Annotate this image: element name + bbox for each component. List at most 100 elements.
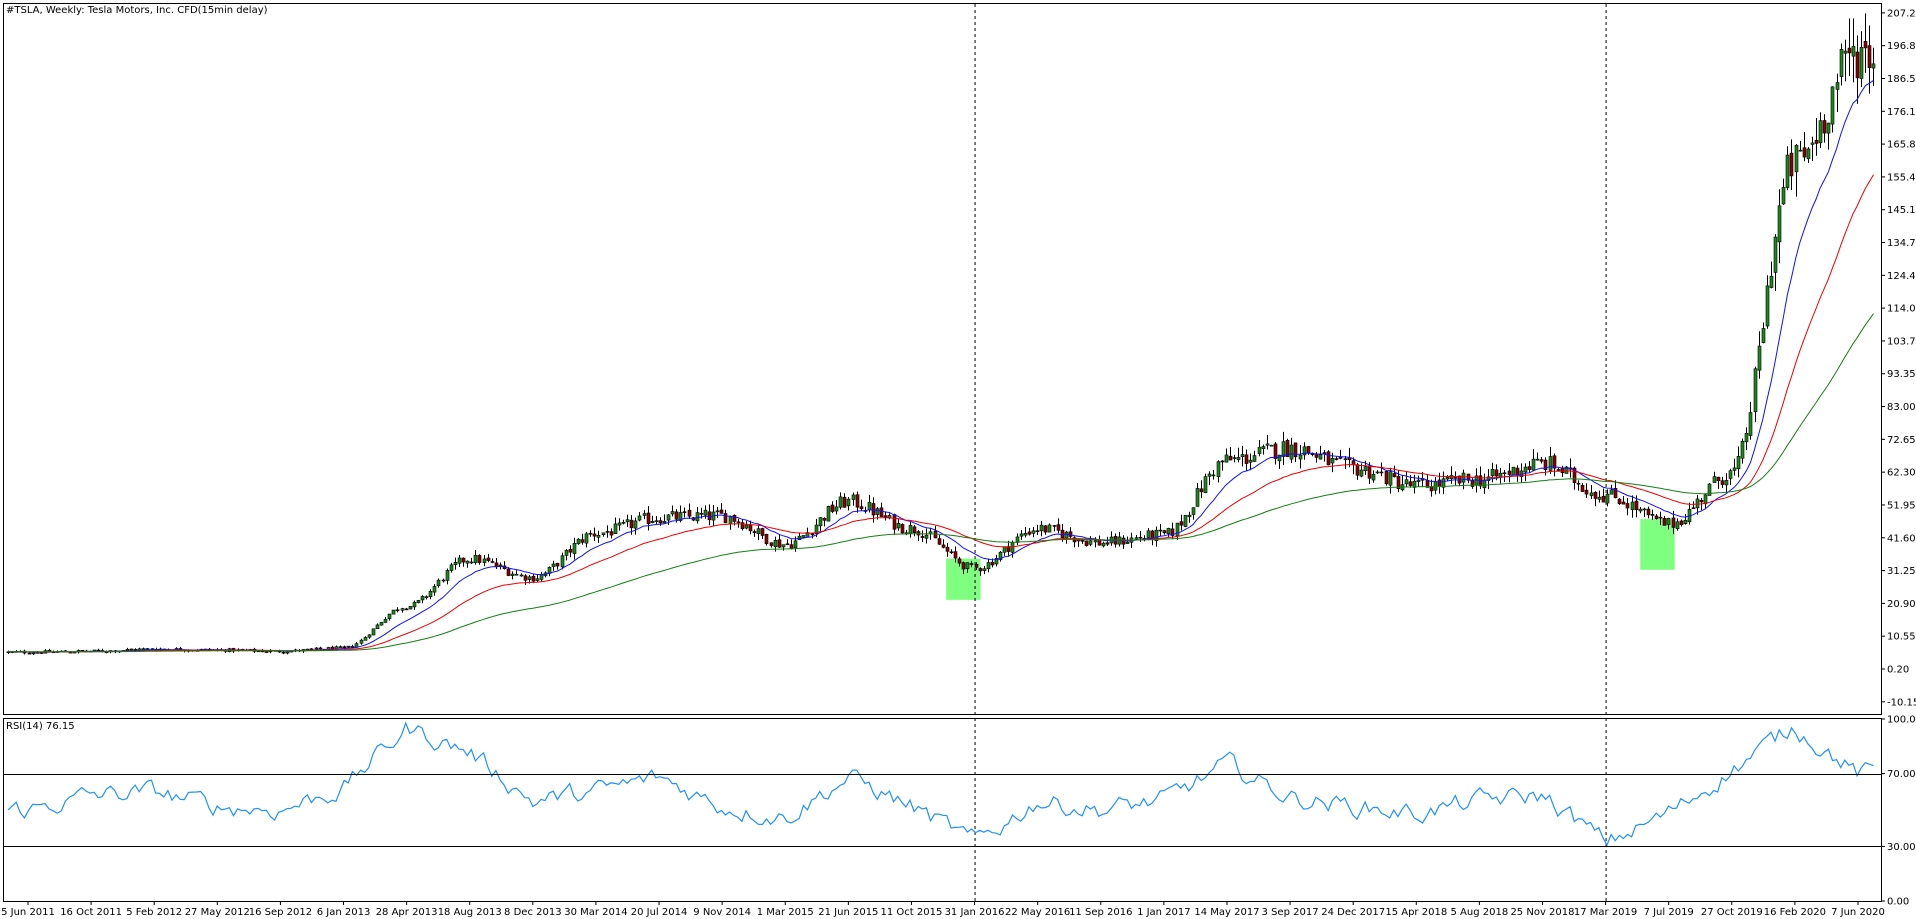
candle-body[interactable] (642, 513, 647, 516)
candle-body[interactable] (1183, 515, 1188, 527)
candle-body[interactable] (383, 618, 388, 623)
candle-body[interactable] (982, 568, 987, 571)
candle-body[interactable] (670, 511, 675, 515)
candle-body[interactable] (264, 651, 269, 653)
candle-body[interactable] (732, 514, 737, 522)
candle-body[interactable] (482, 558, 487, 563)
candle-body[interactable] (617, 522, 622, 526)
candle-body[interactable] (650, 521, 655, 524)
candle-body[interactable] (1814, 139, 1819, 144)
candle-body[interactable] (633, 520, 638, 529)
candle-body[interactable] (674, 511, 679, 520)
candle-body[interactable] (752, 531, 757, 534)
candle-body[interactable] (486, 557, 491, 561)
candle-body[interactable] (572, 542, 577, 554)
candle-body[interactable] (1871, 63, 1876, 69)
candle-body[interactable] (1216, 461, 1221, 477)
candle-body[interactable] (1244, 454, 1249, 464)
candle-body[interactable] (990, 561, 995, 566)
candle-body[interactable] (535, 578, 540, 581)
candle-body[interactable] (314, 647, 319, 650)
candle-body[interactable] (969, 563, 974, 565)
candle-body[interactable] (896, 522, 901, 529)
candle-body[interactable] (506, 568, 511, 576)
candle-body[interactable] (395, 609, 400, 612)
candle-body[interactable] (1101, 542, 1106, 547)
candle-body[interactable] (1088, 540, 1093, 545)
candle-body[interactable] (1539, 459, 1544, 462)
candle-body[interactable] (1359, 469, 1364, 477)
candle-body[interactable] (445, 570, 450, 581)
candle-body[interactable] (855, 494, 860, 508)
candle-body[interactable] (1179, 521, 1184, 526)
candle-body[interactable] (1064, 531, 1069, 539)
candle-body[interactable] (1638, 508, 1643, 512)
candle-body[interactable] (1257, 446, 1262, 454)
candle-body[interactable] (596, 535, 601, 538)
candle-body[interactable] (453, 562, 458, 566)
candle-body[interactable] (1781, 187, 1786, 205)
candle-body[interactable] (719, 509, 724, 514)
candle-body[interactable] (1502, 472, 1507, 475)
candle-body[interactable] (1355, 464, 1360, 476)
candle-body[interactable] (1498, 472, 1503, 478)
candle-body[interactable] (1416, 479, 1421, 482)
candle-body[interactable] (338, 646, 343, 648)
candle-body[interactable] (1625, 503, 1630, 509)
candle-body[interactable] (769, 542, 774, 546)
candle-body[interactable] (1166, 528, 1171, 534)
candle-body[interactable] (1855, 51, 1860, 79)
candle-body[interactable] (539, 574, 544, 580)
candle-body[interactable] (883, 515, 888, 518)
candle-body[interactable] (920, 536, 925, 538)
candle-body[interactable] (477, 555, 482, 563)
candle-body[interactable] (1584, 489, 1589, 495)
candle-body[interactable] (846, 498, 851, 507)
candle-body[interactable] (1597, 496, 1602, 500)
candle-body[interactable] (1019, 533, 1024, 537)
candle-body[interactable] (810, 533, 815, 536)
candle-body[interactable] (31, 652, 36, 655)
candle-body[interactable] (424, 596, 429, 598)
candle-body[interactable] (1211, 474, 1216, 477)
candle-body[interactable] (1453, 477, 1458, 479)
candle-body[interactable] (1671, 517, 1676, 528)
candle-body[interactable] (879, 507, 884, 517)
candle-body[interactable] (1650, 514, 1655, 516)
candle-body[interactable] (436, 579, 441, 587)
candle-body[interactable] (1646, 508, 1651, 516)
candle-body[interactable] (1675, 521, 1680, 529)
candle-body[interactable] (1634, 500, 1639, 510)
candle-body[interactable] (461, 557, 466, 563)
candle-body[interactable] (1203, 476, 1208, 493)
candle-body[interactable] (1654, 515, 1659, 520)
candle-body[interactable] (1658, 516, 1663, 519)
candle-body[interactable] (838, 496, 843, 508)
candle-body[interactable] (1105, 542, 1110, 545)
candle-body[interactable] (342, 646, 347, 649)
candle-body[interactable] (1494, 469, 1499, 477)
candle-body[interactable] (404, 608, 409, 611)
candle-body[interactable] (621, 521, 626, 524)
candle-body[interactable] (867, 501, 872, 511)
candle-body[interactable] (728, 516, 733, 525)
candle-body[interactable] (601, 532, 606, 535)
candle-body[interactable] (1769, 275, 1774, 288)
candle-body[interactable] (1146, 530, 1151, 538)
candle-body[interactable] (1035, 530, 1040, 532)
candle-body[interactable] (941, 544, 946, 548)
candle-body[interactable] (1773, 236, 1778, 273)
candle-body[interactable] (285, 651, 290, 654)
candle-body[interactable] (1404, 479, 1409, 485)
candle-body[interactable] (723, 513, 728, 524)
candle-body[interactable] (564, 549, 569, 556)
candle-body[interactable] (1560, 467, 1565, 473)
candle-body[interactable] (1794, 144, 1799, 173)
candle-body[interactable] (978, 568, 983, 572)
candle-body[interactable] (892, 514, 897, 530)
candle-body[interactable] (1047, 524, 1052, 533)
candle-body[interactable] (27, 652, 32, 655)
candle-body[interactable] (1392, 473, 1397, 478)
candle-body[interactable] (1306, 446, 1311, 454)
candle-body[interactable] (523, 575, 528, 581)
